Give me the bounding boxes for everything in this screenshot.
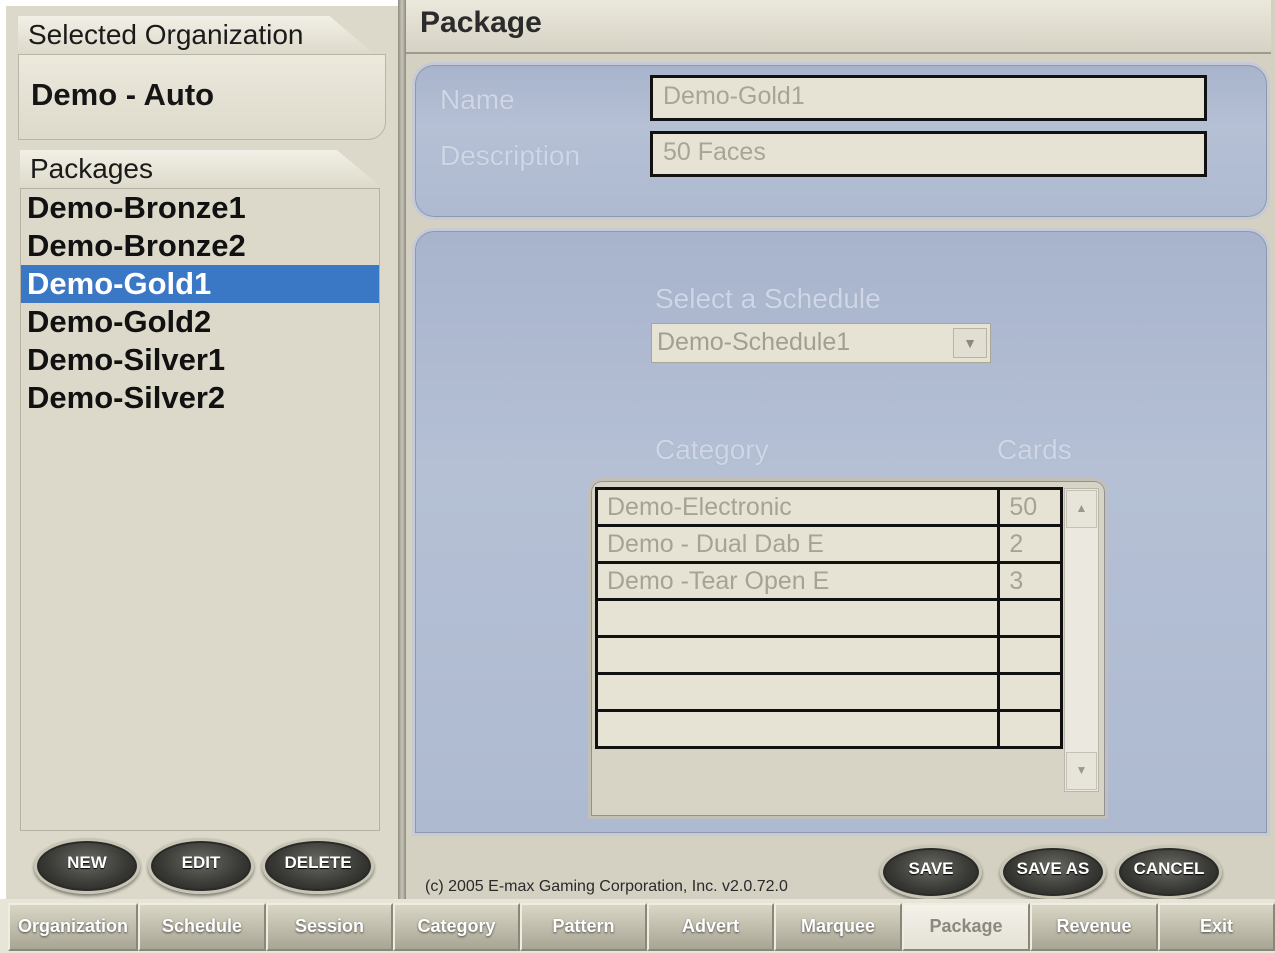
package-item-demo-silver2[interactable]: Demo-Silver2 (21, 379, 379, 417)
grid-scrollbar[interactable]: ▲ ▼ (1064, 488, 1099, 792)
cancel-button[interactable]: CANCEL (1116, 845, 1222, 899)
table-row[interactable]: Demo - Dual Dab E 2 (594, 524, 1063, 564)
schedule-dropdown-value: Demo-Schedule1 (657, 328, 851, 356)
organization-name-box: Demo - Auto (18, 54, 386, 140)
page-title-bar: Package (406, 0, 1271, 54)
tab-package[interactable]: Package (902, 903, 1030, 951)
tab-exit[interactable]: Exit (1158, 903, 1275, 951)
table-row[interactable]: Demo-Electronic 50 (594, 487, 1063, 527)
save-button[interactable]: SAVE (880, 845, 982, 899)
selected-organization-header: Selected Organization (18, 16, 372, 52)
description-label: Description (440, 140, 581, 171)
tab-advert[interactable]: Advert (647, 903, 774, 951)
selected-organization-label: Selected Organization (28, 19, 304, 50)
tab-session[interactable]: Session (266, 903, 393, 951)
cards-cell[interactable] (997, 709, 1063, 749)
tab-pattern[interactable]: Pattern (520, 903, 647, 951)
packages-header: Packages (20, 150, 380, 186)
category-grid: Demo-Electronic 50 Demo - Dual Dab E 2 D… (594, 487, 1063, 749)
edit-button[interactable]: EDIT (148, 838, 254, 894)
category-cell[interactable] (594, 635, 1001, 675)
table-row[interactable] (594, 598, 1063, 638)
tab-revenue[interactable]: Revenue (1030, 903, 1158, 951)
cards-cell[interactable]: 2 (997, 524, 1063, 564)
column-divider (398, 0, 406, 899)
category-cell[interactable] (594, 672, 1001, 712)
description-field[interactable]: 50 Faces (650, 131, 1207, 177)
tab-category[interactable]: Category (393, 903, 520, 951)
package-item-demo-bronze1[interactable]: Demo-Bronze1 (21, 189, 379, 227)
packages-label: Packages (30, 153, 153, 184)
select-schedule-label: Select a Schedule (655, 283, 881, 314)
copyright-text: (c) 2005 E-max Gaming Corporation, Inc. … (425, 878, 788, 895)
cards-cell[interactable] (997, 635, 1063, 675)
save-as-button[interactable]: SAVE AS (1000, 845, 1106, 899)
scroll-up-icon[interactable]: ▲ (1066, 490, 1097, 528)
cards-cell[interactable] (997, 672, 1063, 712)
schedule-dropdown[interactable]: Demo-Schedule1 ▼ (651, 323, 991, 363)
name-field[interactable]: Demo-Gold1 (650, 75, 1207, 121)
table-row[interactable] (594, 635, 1063, 675)
category-cell[interactable]: Demo-Electronic (594, 487, 1001, 527)
delete-button[interactable]: DELETE (262, 838, 374, 894)
cards-column-header: Cards (997, 434, 1072, 465)
package-item-demo-gold1[interactable]: Demo-Gold1 (21, 265, 379, 303)
tab-marquee[interactable]: Marquee (774, 903, 902, 951)
category-column-header: Category (655, 434, 769, 465)
tab-schedule[interactable]: Schedule (138, 903, 266, 951)
tab-organization[interactable]: Organization (8, 903, 138, 951)
category-cell[interactable] (594, 598, 1001, 638)
chevron-down-icon[interactable]: ▼ (953, 328, 987, 358)
name-label: Name (440, 84, 515, 115)
package-item-demo-bronze2[interactable]: Demo-Bronze2 (21, 227, 379, 265)
category-cell[interactable]: Demo -Tear Open E (594, 561, 1001, 601)
package-item-demo-gold2[interactable]: Demo-Gold2 (21, 303, 379, 341)
new-button[interactable]: NEW (34, 838, 140, 894)
table-row[interactable] (594, 672, 1063, 712)
category-cell[interactable]: Demo - Dual Dab E (594, 524, 1001, 564)
cards-cell[interactable]: 50 (997, 487, 1063, 527)
scroll-down-icon[interactable]: ▼ (1066, 752, 1097, 790)
cards-cell[interactable] (997, 598, 1063, 638)
package-item-demo-silver1[interactable]: Demo-Silver1 (21, 341, 379, 379)
page-title: Package (420, 6, 542, 39)
table-row[interactable] (594, 709, 1063, 749)
package-list[interactable]: Demo-Bronze1 Demo-Bronze2 Demo-Gold1 Dem… (20, 188, 380, 831)
cards-cell[interactable]: 3 (997, 561, 1063, 601)
organization-name: Demo - Auto (31, 77, 215, 112)
category-cell[interactable] (594, 709, 1001, 749)
table-row[interactable]: Demo -Tear Open E 3 (594, 561, 1063, 601)
